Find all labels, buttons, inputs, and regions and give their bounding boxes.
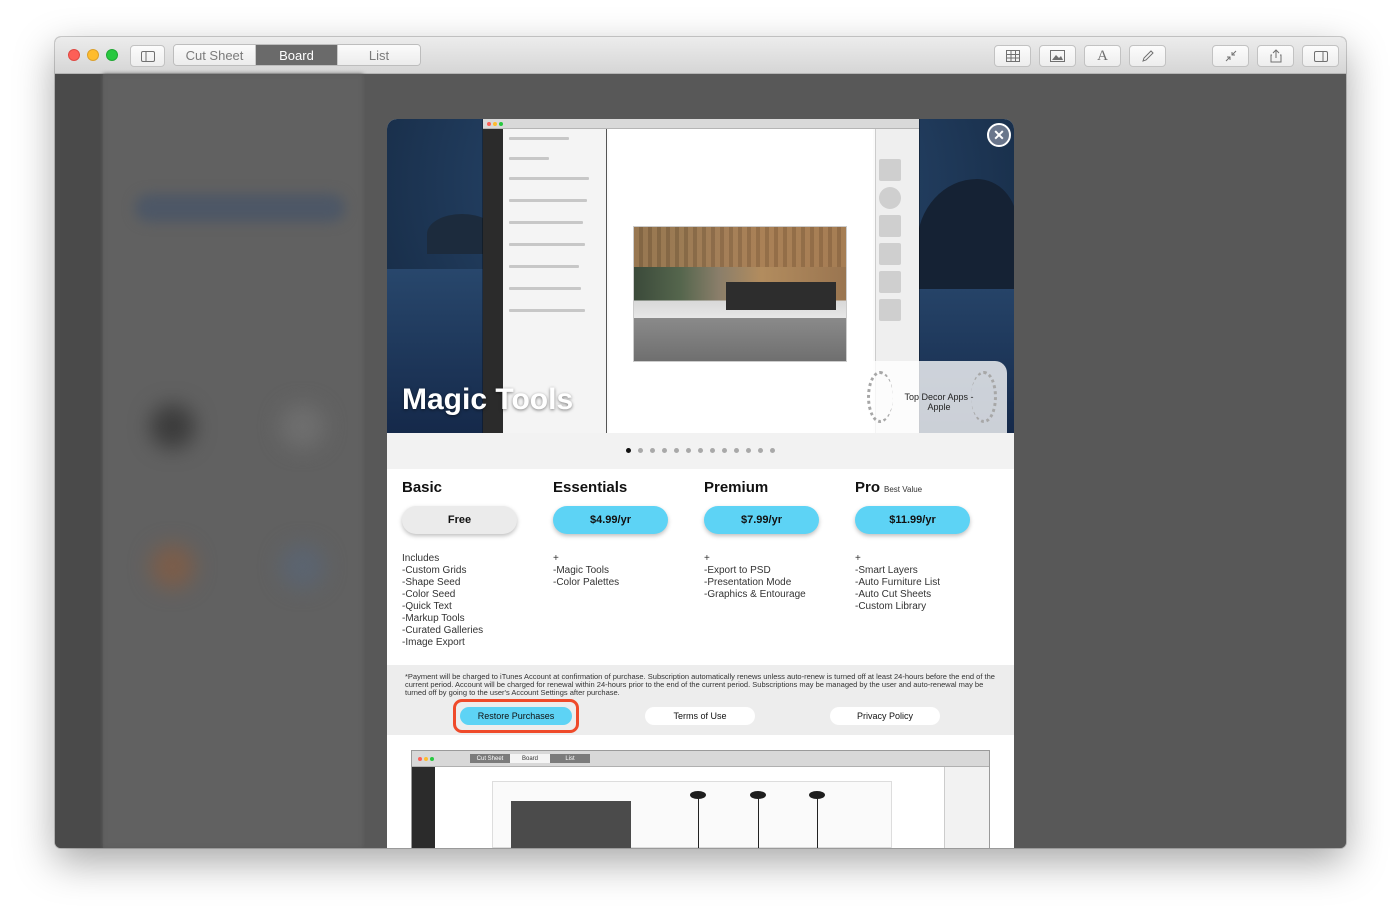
feature-item: -Quick Text (402, 601, 452, 612)
feature-item: -Custom Grids (402, 565, 467, 576)
price-button-pro[interactable]: $11.99/yr (855, 506, 970, 534)
laurel-left-icon (867, 371, 893, 423)
carousel-title: Magic Tools (402, 383, 574, 416)
preview-section: Cut Sheet Board List (387, 735, 1014, 848)
feature-list: + -Smart Layers -Auto Furniture List -Auto … (855, 553, 995, 613)
feature-item: -Image Export (402, 637, 465, 648)
carousel-dot[interactable] (662, 448, 667, 453)
feature-item: -Color Palettes (553, 577, 620, 588)
close-dialog-button[interactable]: ✕ (987, 123, 1011, 147)
subscription-dialog: Magic Tools Top Decor Apps -Apple ✕ Basi… (387, 119, 1014, 848)
carousel-dot[interactable] (686, 448, 691, 453)
view-segmented-control: Cut Sheet Board List (173, 44, 421, 66)
feature-carousel: Magic Tools Top Decor Apps -Apple ✕ (387, 119, 1014, 433)
price-button-free[interactable]: Free (402, 506, 517, 534)
close-window-button[interactable] (68, 49, 80, 61)
plan-options: Basic Free Includes -Custom Grids -Shape S… (387, 469, 1014, 665)
share-icon[interactable] (1257, 45, 1294, 67)
title-bar: Cut Sheet Board List A (55, 37, 1346, 74)
tab-board[interactable]: Board (256, 45, 338, 65)
price-button-essentials[interactable]: $4.99/yr (553, 506, 668, 534)
blurred-tool-rail (55, 74, 103, 848)
feature-list: Includes -Custom Grids -Shape Seed -Color S… (402, 553, 542, 649)
zoom-window-button[interactable] (106, 49, 118, 61)
preview-tab: Board (510, 754, 550, 763)
feature-item: -Auto Cut Sheets (855, 589, 932, 600)
feature-item: -Presentation Mode (704, 577, 792, 588)
tab-list[interactable]: List (338, 45, 420, 65)
plan-name: Basic (402, 479, 443, 496)
legal-section: *Payment will be charged to iTunes Accou… (387, 665, 1014, 735)
feature-item: -Custom Library (855, 601, 927, 612)
subscription-terms-text: *Payment will be charged to iTunes Accou… (405, 672, 995, 697)
carousel-dot[interactable] (626, 448, 631, 453)
blurred-thumbnail (150, 544, 195, 589)
privacy-policy-link[interactable]: Privacy Policy (830, 707, 940, 725)
sidebar-toggle-icon[interactable] (130, 45, 165, 67)
grid-icon[interactable] (994, 45, 1031, 67)
feature-item: -Curated Galleries (402, 625, 484, 636)
feature-item: -Color Seed (402, 589, 456, 600)
plan-premium: Premium $7.99/yr + -Export to PSD -Present… (704, 479, 854, 600)
blurred-library-panel (103, 74, 363, 848)
feature-item: -Shape Seed (402, 577, 461, 588)
feature-item: -Auto Furniture List (855, 577, 941, 588)
app-preview-screenshot: Cut Sheet Board List (412, 751, 989, 848)
carousel-dot[interactable] (722, 448, 727, 453)
carousel-dot[interactable] (650, 448, 655, 453)
feature-item: -Graphics & Entourage (704, 589, 806, 600)
feature-item: Includes (402, 553, 440, 564)
app-window: Cut Sheet Board List A Magic Tools Top D… (55, 37, 1346, 848)
highlight-annotation (453, 699, 579, 733)
terms-of-use-link[interactable]: Terms of Use (645, 707, 755, 725)
carousel-dot[interactable] (638, 448, 643, 453)
minimize-window-button[interactable] (87, 49, 99, 61)
feature-item: -Export to PSD (704, 565, 771, 576)
inspector-toggle-icon[interactable] (1302, 45, 1339, 67)
carousel-dot[interactable] (734, 448, 739, 453)
preview-tab: Cut Sheet (470, 754, 510, 763)
tab-cut-sheet[interactable]: Cut Sheet (174, 45, 256, 65)
blurred-thumbnail (280, 404, 325, 449)
text-icon[interactable]: A (1084, 45, 1121, 67)
carousel-dot[interactable] (674, 448, 679, 453)
blurred-search-bar (135, 194, 345, 222)
feature-item: -Magic Tools (553, 565, 609, 576)
feature-item: -Markup Tools (402, 613, 465, 624)
plan-name: Pro (855, 479, 881, 496)
feature-item: -Smart Layers (855, 565, 918, 576)
collapse-icon[interactable] (1212, 45, 1249, 67)
blurred-thumbnail (280, 544, 325, 589)
plan-name: Premium (704, 479, 769, 496)
plan-name: Essentials (553, 479, 628, 496)
blurred-thumbnail (150, 404, 195, 449)
plan-pro: Pro Best Value $11.99/yr + -Smart Layers -A… (855, 479, 1005, 612)
preview-tab: List (550, 754, 590, 763)
carousel-dot[interactable] (698, 448, 703, 453)
award-badge: Top Decor Apps -Apple (857, 361, 1007, 433)
dimmed-background: Magic Tools Top Decor Apps -Apple ✕ Basi… (55, 74, 1346, 848)
close-icon: ✕ (993, 126, 1005, 143)
price-button-premium[interactable]: $7.99/yr (704, 506, 819, 534)
feature-item: + (704, 553, 710, 564)
pencil-icon[interactable] (1129, 45, 1166, 67)
kitchen-photo (633, 226, 847, 362)
plan-essentials: Essentials $4.99/yr + -Magic Tools -Color … (553, 479, 703, 588)
carousel-dot[interactable] (770, 448, 775, 453)
carousel-pagination (387, 433, 1014, 469)
feature-list: + -Magic Tools -Color Palettes (553, 553, 693, 589)
carousel-dot[interactable] (758, 448, 763, 453)
image-icon[interactable] (1039, 45, 1076, 67)
best-value-tag: Best Value (884, 485, 923, 494)
award-text: Top Decor Apps -Apple (904, 392, 974, 412)
feature-item: + (855, 553, 861, 564)
feature-list: + -Export to PSD -Presentation Mode -Graphi… (704, 553, 844, 601)
carousel-dot[interactable] (746, 448, 751, 453)
plan-basic: Basic Free Includes -Custom Grids -Shape S… (402, 479, 552, 648)
carousel-dot[interactable] (710, 448, 715, 453)
feature-item: + (553, 553, 559, 564)
